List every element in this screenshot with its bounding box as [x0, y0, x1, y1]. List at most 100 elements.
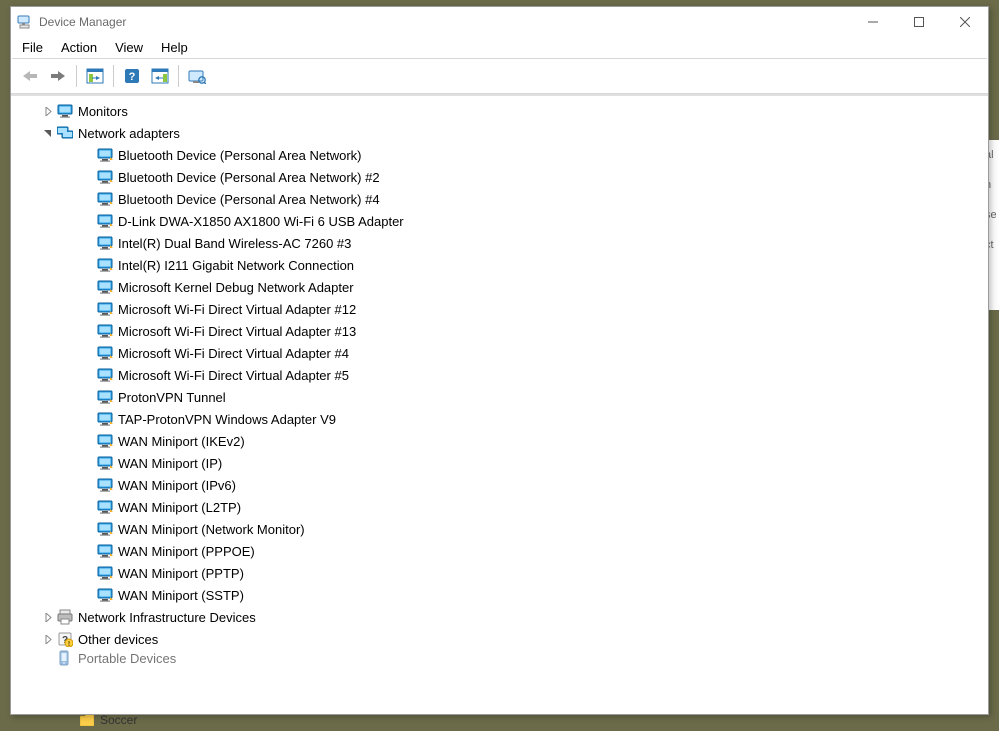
tree-item[interactable]: Other devices: [15, 628, 988, 650]
net-icon: [97, 587, 113, 603]
tree-item-label: WAN Miniport (L2TP): [118, 500, 241, 515]
chevron-right-icon[interactable]: [41, 613, 55, 622]
menu-view[interactable]: View: [106, 38, 152, 57]
tree-item[interactable]: Monitors: [15, 100, 988, 122]
net-icon: [97, 169, 113, 185]
tree-item-label: WAN Miniport (PPPOE): [118, 544, 255, 559]
close-button[interactable]: [942, 7, 988, 37]
tree-item-label: Monitors: [78, 104, 128, 119]
scan-hardware-button[interactable]: [147, 63, 173, 89]
tree-item-label: Network adapters: [78, 126, 180, 141]
tree-item[interactable]: WAN Miniport (PPPOE): [15, 540, 988, 562]
window-controls: [850, 7, 988, 37]
tree-item-label: Intel(R) I211 Gigabit Network Connection: [118, 258, 354, 273]
tree-item[interactable]: Network Infrastructure Devices: [15, 606, 988, 628]
tree-item[interactable]: Microsoft Kernel Debug Network Adapter: [15, 276, 988, 298]
tree-item-label: WAN Miniport (IP): [118, 456, 222, 471]
menu-file[interactable]: File: [13, 38, 52, 57]
window-title: Device Manager: [39, 15, 126, 29]
titlebar[interactable]: Device Manager: [11, 7, 988, 37]
tree-item[interactable]: WAN Miniport (L2TP): [15, 496, 988, 518]
tree-item-label: Microsoft Wi-Fi Direct Virtual Adapter #…: [118, 346, 349, 361]
properties-button[interactable]: [184, 63, 210, 89]
tree-item[interactable]: Portable Devices: [15, 650, 988, 666]
tree-item-label: Microsoft Wi-Fi Direct Virtual Adapter #…: [118, 302, 356, 317]
net-icon: [97, 367, 113, 383]
tree-item[interactable]: WAN Miniport (IP): [15, 452, 988, 474]
show-hide-tree-button[interactable]: [82, 63, 108, 89]
net-icon: [97, 389, 113, 405]
printer-icon: [57, 609, 73, 625]
tree-item[interactable]: WAN Miniport (IKEv2): [15, 430, 988, 452]
net-icon: [97, 455, 113, 471]
tree-item[interactable]: Bluetooth Device (Personal Area Network)…: [15, 166, 988, 188]
tree-item-label: Microsoft Kernel Debug Network Adapter: [118, 280, 354, 295]
tree-item[interactable]: Microsoft Wi-Fi Direct Virtual Adapter #…: [15, 298, 988, 320]
tree-item[interactable]: Microsoft Wi-Fi Direct Virtual Adapter #…: [15, 364, 988, 386]
tree-item-label: Bluetooth Device (Personal Area Network)…: [118, 170, 380, 185]
chevron-right-icon[interactable]: [41, 635, 55, 644]
tree-item[interactable]: Intel(R) I211 Gigabit Network Connection: [15, 254, 988, 276]
net-icon: [97, 323, 113, 339]
net-icon: [97, 235, 113, 251]
tree-item-label: Microsoft Wi-Fi Direct Virtual Adapter #…: [118, 368, 349, 383]
monitor-icon: [57, 103, 73, 119]
net-icon: [97, 499, 113, 515]
net-icon: [97, 477, 113, 493]
other-icon: [57, 631, 73, 647]
tree-item[interactable]: Microsoft Wi-Fi Direct Virtual Adapter #…: [15, 320, 988, 342]
background-folder-item: Soccer: [80, 713, 137, 727]
content-area: Monitors Network adapters Bluetooth Device…: [11, 94, 988, 714]
portable-icon: [57, 650, 73, 666]
tree-item[interactable]: D-Link DWA-X1850 AX1800 Wi-Fi 6 USB Adap…: [15, 210, 988, 232]
tree-item[interactable]: Intel(R) Dual Band Wireless-AC 7260 #3: [15, 232, 988, 254]
tree-item-label: WAN Miniport (IKEv2): [118, 434, 245, 449]
netcat-icon: [57, 125, 73, 141]
net-icon: [97, 191, 113, 207]
tree-item[interactable]: TAP-ProtonVPN Windows Adapter V9: [15, 408, 988, 430]
net-icon: [97, 521, 113, 537]
tree-item[interactable]: Microsoft Wi-Fi Direct Virtual Adapter #…: [15, 342, 988, 364]
net-icon: [97, 213, 113, 229]
device-tree[interactable]: Monitors Network adapters Bluetooth Device…: [11, 96, 988, 714]
tree-item[interactable]: Bluetooth Device (Personal Area Network): [15, 144, 988, 166]
net-icon: [97, 565, 113, 581]
toolbar-divider: [178, 65, 179, 87]
net-icon: [97, 411, 113, 427]
tree-item[interactable]: Network adapters: [15, 122, 988, 144]
tree-item[interactable]: WAN Miniport (SSTP): [15, 584, 988, 606]
tree-item-label: WAN Miniport (IPv6): [118, 478, 236, 493]
minimize-button[interactable]: [850, 7, 896, 37]
help-button[interactable]: ?: [119, 63, 145, 89]
tree-item-label: Bluetooth Device (Personal Area Network): [118, 148, 362, 163]
chevron-down-icon[interactable]: [41, 129, 55, 138]
tree-item-label: Portable Devices: [78, 651, 176, 666]
back-button[interactable]: [17, 63, 43, 89]
tree-item-label: ProtonVPN Tunnel: [118, 390, 226, 405]
toolbar: ?: [11, 59, 988, 94]
net-icon: [97, 279, 113, 295]
net-icon: [97, 147, 113, 163]
tree-item[interactable]: WAN Miniport (IPv6): [15, 474, 988, 496]
chevron-right-icon[interactable]: [41, 107, 55, 116]
tree-item-label: Other devices: [78, 632, 158, 647]
tree-item[interactable]: WAN Miniport (Network Monitor): [15, 518, 988, 540]
maximize-button[interactable]: [896, 7, 942, 37]
tree-item-label: Network Infrastructure Devices: [78, 610, 256, 625]
menu-action[interactable]: Action: [52, 38, 106, 57]
net-icon: [97, 345, 113, 361]
tree-item-label: D-Link DWA-X1850 AX1800 Wi-Fi 6 USB Adap…: [118, 214, 404, 229]
tree-item-label: Microsoft Wi-Fi Direct Virtual Adapter #…: [118, 324, 356, 339]
tree-item[interactable]: ProtonVPN Tunnel: [15, 386, 988, 408]
tree-item[interactable]: Bluetooth Device (Personal Area Network)…: [15, 188, 988, 210]
net-icon: [97, 257, 113, 273]
svg-text:?: ?: [129, 71, 136, 83]
app-icon: [17, 14, 33, 30]
menu-help[interactable]: Help: [152, 38, 197, 57]
tree-item[interactable]: WAN Miniport (PPTP): [15, 562, 988, 584]
tree-item-label: WAN Miniport (SSTP): [118, 588, 244, 603]
net-icon: [97, 433, 113, 449]
device-manager-window: Device Manager File Action View Help ?: [10, 6, 989, 715]
tree-item-label: TAP-ProtonVPN Windows Adapter V9: [118, 412, 336, 427]
forward-button[interactable]: [45, 63, 71, 89]
